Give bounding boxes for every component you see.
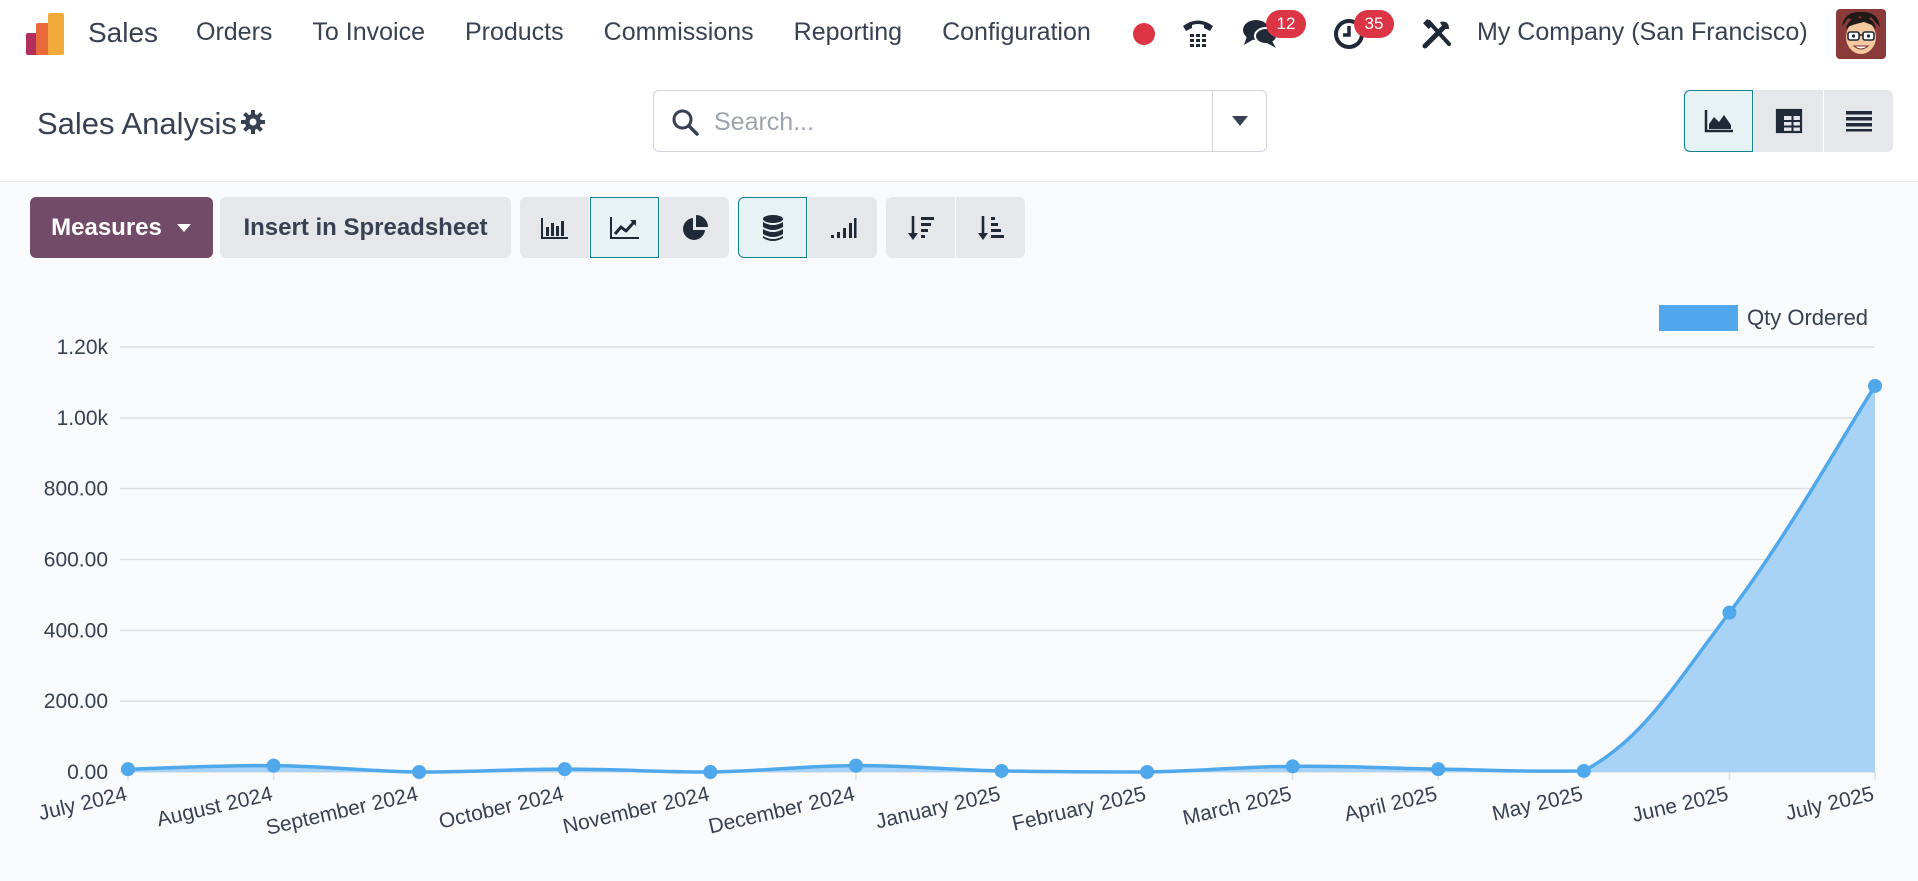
user-avatar[interactable] [1836, 9, 1886, 59]
list-view-button[interactable] [1824, 90, 1893, 152]
main-menu: Orders To Invoice Products Commissions R… [176, 18, 1111, 47]
line-chart-icon [609, 216, 639, 239]
data-point[interactable] [1576, 763, 1591, 778]
list-icon [1845, 111, 1872, 132]
graph-toolbar: Measures Insert in Spreadsheet [30, 197, 1025, 258]
y-tick-label: 0.00 [67, 761, 108, 784]
y-tick-label: 1.20k [57, 336, 109, 359]
activities-badge: 35 [1354, 10, 1394, 38]
menu-item-reporting[interactable]: Reporting [774, 18, 922, 47]
area-chart-icon [1704, 110, 1733, 133]
pie-chart-button[interactable] [660, 197, 729, 258]
stacked-button[interactable] [738, 197, 807, 258]
gear-icon[interactable] [240, 109, 266, 135]
x-tick-label: October 2024 [437, 782, 566, 833]
control-panel: Sales Analysis [0, 68, 1918, 182]
y-tick-label: 800.00 [44, 478, 108, 501]
legend-label[interactable]: Qty Ordered [1747, 305, 1868, 330]
y-axis-labels: 0.00 200.00 400.00 600.00 800.00 1.00k 1.20k [44, 336, 109, 784]
chart-series [121, 378, 1882, 779]
line-chart[interactable]: 0.00 200.00 400.00 600.00 800.00 1.00k 1.20k J… [0, 280, 1918, 876]
x-tick-label: April 2025 [1342, 782, 1439, 826]
debug-tools-icon[interactable] [1417, 14, 1457, 54]
data-point[interactable] [994, 763, 1009, 778]
measures-button[interactable]: Measures [30, 197, 213, 258]
chart-type-group [520, 197, 729, 258]
phone-icon[interactable] [1178, 14, 1218, 54]
x-tick-label: August 2024 [155, 782, 275, 831]
x-tick-label: February 2025 [1010, 782, 1148, 835]
data-point[interactable] [1431, 762, 1446, 777]
view-switcher [1684, 90, 1894, 152]
graph-area: 0.00 200.00 400.00 600.00 800.00 1.00k 1.20k J… [0, 280, 1918, 876]
signal-bars-icon [830, 217, 856, 238]
data-point[interactable] [266, 758, 281, 773]
x-tick-label: July 2025 [1783, 782, 1876, 825]
data-point[interactable] [703, 765, 718, 779]
caret-down-icon [176, 223, 191, 232]
menu-item-commissions[interactable]: Commissions [584, 18, 774, 47]
page-title: Sales Analysis [37, 106, 237, 141]
bar-chart-button[interactable] [520, 197, 589, 258]
x-tick-label: May 2025 [1490, 782, 1585, 825]
menu-item-products[interactable]: Products [445, 18, 584, 47]
x-tick-label: January 2025 [873, 782, 1002, 833]
x-tick-label: July 2024 [36, 782, 129, 825]
database-stack-icon [762, 214, 783, 241]
messages-badge: 12 [1266, 10, 1306, 38]
data-point[interactable] [1722, 605, 1737, 620]
sort-ascending-icon [977, 215, 1004, 240]
data-point[interactable] [1868, 378, 1882, 393]
x-tick-label: March 2025 [1181, 782, 1294, 829]
sort-ascending-button[interactable] [956, 197, 1025, 258]
sales-app-logo-icon[interactable] [26, 13, 70, 55]
search-bar [653, 90, 1267, 152]
sort-group [886, 197, 1025, 258]
top-navbar: Sales Orders To Invoice Products Commiss… [0, 0, 1918, 68]
data-point[interactable] [1140, 765, 1155, 779]
measures-label: Measures [51, 213, 162, 241]
company-switcher[interactable]: My Company (San Francisco) [1477, 18, 1808, 47]
data-point[interactable] [121, 762, 135, 777]
menu-item-orders[interactable]: Orders [176, 18, 292, 47]
caret-down-icon [1231, 116, 1248, 126]
data-point[interactable] [848, 758, 863, 773]
bar-chart-icon [540, 217, 568, 239]
data-point[interactable] [557, 762, 572, 777]
graph-view-button[interactable] [1684, 90, 1753, 152]
cumulative-button[interactable] [808, 197, 877, 258]
menu-item-to-invoice[interactable]: To Invoice [292, 18, 445, 47]
series-line [127, 385, 1877, 774]
menu-item-configuration[interactable]: Configuration [922, 18, 1111, 47]
x-axis-labels: July 2024 August 2024September 2024 Octobe… [36, 782, 1876, 839]
search-icon [671, 108, 699, 136]
x-tick-label: June 2025 [1630, 782, 1731, 826]
chart-legend[interactable]: Qty Ordered [1659, 305, 1868, 331]
sort-descending-icon [907, 215, 934, 240]
sort-descending-button[interactable] [886, 197, 955, 258]
data-point[interactable] [1285, 759, 1300, 774]
app-name[interactable]: Sales [88, 17, 158, 49]
pivot-view-button[interactable] [1754, 90, 1823, 152]
search-filter-toggle[interactable] [1212, 91, 1266, 151]
line-chart-button[interactable] [590, 197, 659, 258]
data-point[interactable] [412, 765, 427, 779]
presence-status-dot[interactable] [1133, 23, 1155, 45]
search-input[interactable] [714, 103, 1194, 141]
y-tick-label: 1.00k [57, 407, 109, 430]
x-tick-label: November 2024 [561, 782, 712, 838]
series-area [128, 385, 1875, 772]
y-tick-label: 600.00 [44, 549, 108, 572]
y-tick-label: 200.00 [44, 690, 108, 713]
x-tick-label: September 2024 [264, 782, 421, 839]
y-tick-label: 400.00 [44, 619, 108, 642]
insert-in-spreadsheet-button[interactable]: Insert in Spreadsheet [220, 197, 511, 258]
chart-gridlines [120, 346, 1876, 780]
pivot-table-icon [1775, 108, 1802, 134]
legend-swatch[interactable] [1659, 305, 1738, 331]
pie-chart-icon [682, 214, 708, 240]
stack-options-group [738, 197, 877, 258]
x-tick-label: December 2024 [706, 782, 857, 838]
